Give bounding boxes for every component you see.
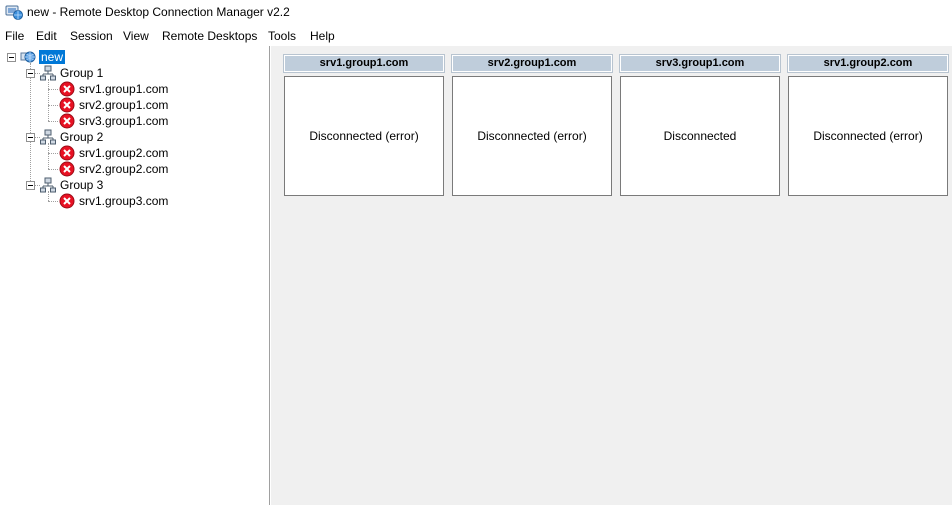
thumbnail-status[interactable]: Disconnected (error) [452, 76, 612, 196]
error-x-icon [59, 97, 75, 113]
title-bar: new - Remote Desktop Connection Manager … [0, 0, 952, 26]
server-tree[interactable]: new Group 1 srv1.group1.com srv2.group1.… [0, 46, 270, 505]
tree-server-node[interactable]: srv3.group1.com [79, 114, 168, 128]
tree-line [30, 63, 31, 185]
thumbnail-title[interactable]: srv2.group1.com [451, 54, 613, 73]
tree-group-node[interactable]: Group 2 [60, 130, 103, 144]
thumbnail-title[interactable]: srv1.group2.com [787, 54, 949, 73]
server-thumbnail[interactable]: srv1.group1.com Disconnected (error) [283, 54, 445, 196]
tree-server-node[interactable]: srv1.group1.com [79, 82, 168, 96]
menu-view[interactable]: View [123, 29, 149, 43]
tree-collapse-toggle[interactable] [26, 69, 35, 78]
tree-group-node[interactable]: Group 1 [60, 66, 103, 80]
thumbnail-status[interactable]: Disconnected (error) [284, 76, 444, 196]
thumbnail-status[interactable]: Disconnected [620, 76, 780, 196]
network-group-icon [40, 177, 56, 193]
tree-server-node[interactable]: srv2.group1.com [79, 98, 168, 112]
tree-line [48, 121, 58, 122]
tree-server-node[interactable]: srv1.group2.com [79, 146, 168, 160]
error-x-icon [59, 193, 75, 209]
tree-server-node[interactable]: srv1.group3.com [79, 194, 168, 208]
rdcman-app-icon [5, 5, 23, 20]
tree-collapse-toggle[interactable] [7, 53, 16, 62]
tree-root-node[interactable]: new [39, 50, 66, 64]
error-x-icon [59, 113, 75, 129]
globe-network-icon [20, 51, 36, 63]
tree-line [48, 79, 49, 121]
thumbnail-view: srv1.group1.com Disconnected (error) srv… [271, 46, 952, 505]
tree-line [48, 105, 58, 106]
server-thumbnail[interactable]: srv1.group2.com Disconnected (error) [787, 54, 949, 196]
menu-remote-desktops[interactable]: Remote Desktops [162, 29, 257, 43]
tree-line [48, 169, 58, 170]
tree-line [48, 201, 58, 202]
error-x-icon [59, 81, 75, 97]
menu-bar: File Edit Session View Remote Desktops T… [0, 27, 952, 47]
server-thumbnail[interactable]: srv2.group1.com Disconnected (error) [451, 54, 613, 196]
server-thumbnail[interactable]: srv3.group1.com Disconnected [619, 54, 781, 196]
tree-line [48, 153, 58, 154]
thumbnail-status[interactable]: Disconnected (error) [788, 76, 948, 196]
error-x-icon [59, 161, 75, 177]
error-x-icon [59, 145, 75, 161]
tree-server-node[interactable]: srv2.group2.com [79, 162, 168, 176]
network-group-icon [40, 129, 56, 145]
tree-collapse-toggle[interactable] [26, 133, 35, 142]
menu-tools[interactable]: Tools [268, 29, 296, 43]
tree-collapse-toggle[interactable] [26, 181, 35, 190]
thumbnail-title[interactable]: srv1.group1.com [283, 54, 445, 73]
network-group-icon [40, 65, 56, 81]
menu-file[interactable]: File [5, 29, 24, 43]
menu-session[interactable]: Session [70, 29, 113, 43]
menu-help[interactable]: Help [310, 29, 335, 43]
window-title: new - Remote Desktop Connection Manager … [27, 5, 290, 19]
tree-line [48, 143, 49, 169]
thumbnail-title[interactable]: srv3.group1.com [619, 54, 781, 73]
tree-group-node[interactable]: Group 3 [60, 178, 103, 192]
menu-edit[interactable]: Edit [36, 29, 57, 43]
tree-line [48, 89, 58, 90]
